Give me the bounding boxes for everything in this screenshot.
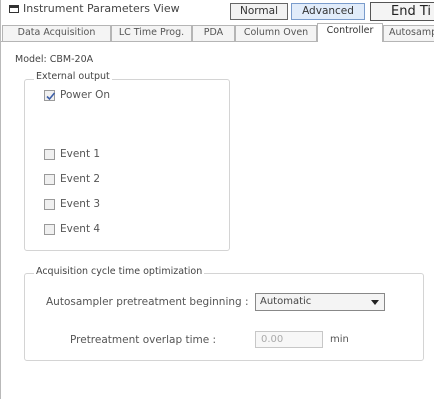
window-title: Instrument Parameters View [23,2,180,15]
tab-pda[interactable]: PDA [192,25,235,41]
power-on-label: Power On [60,89,111,101]
event-3-label: Event 3 [60,198,101,210]
overlap-time-unit: min [330,334,349,345]
acquisition-cycle-group [24,273,424,361]
pretreatment-beginning-select[interactable]: Automatic [255,293,385,311]
window-icon [9,5,19,13]
event-2-checkbox[interactable] [44,174,55,185]
tab-controller[interactable]: Controller [317,23,383,42]
normal-mode-button[interactable]: Normal [230,3,288,20]
checkmark-icon [46,92,56,101]
model-label: Model: CBM-20A [15,54,94,65]
tab-column-oven[interactable]: Column Oven [235,25,317,41]
advanced-mode-button[interactable]: Advanced [291,3,365,20]
instrument-parameters-window: Instrument Parameters View Normal Advanc… [0,0,434,399]
dropdown-arrow-icon [371,300,379,305]
end-time-button[interactable]: End Ti [370,2,434,21]
event-4-label: Event 4 [60,223,101,235]
pretreatment-beginning-value: Automatic [260,296,312,307]
external-output-title: External output [34,71,112,82]
event-4-checkbox[interactable] [44,224,55,235]
event-2-label: Event 2 [60,173,101,185]
overlap-time-input[interactable]: 0.00 [255,331,323,348]
event-1-checkbox[interactable] [44,149,55,160]
tab-lc-time-prog[interactable]: LC Time Prog. [111,25,192,41]
overlap-time-label: Pretreatment overlap time : [70,334,217,346]
event-3-checkbox[interactable] [44,199,55,210]
acquisition-cycle-title: Acquisition cycle time optimization [34,266,205,277]
pretreatment-beginning-label: Autosampler pretreatment beginning : [46,296,249,308]
tab-bar: Data Acquisition LC Time Prog. PDA Colum… [1,23,434,42]
tab-data-acquisition[interactable]: Data Acquisition [2,25,111,41]
tab-autosampler[interactable]: Autosamp [383,25,434,41]
power-on-checkbox[interactable] [44,90,56,101]
event-1-label: Event 1 [60,148,101,160]
